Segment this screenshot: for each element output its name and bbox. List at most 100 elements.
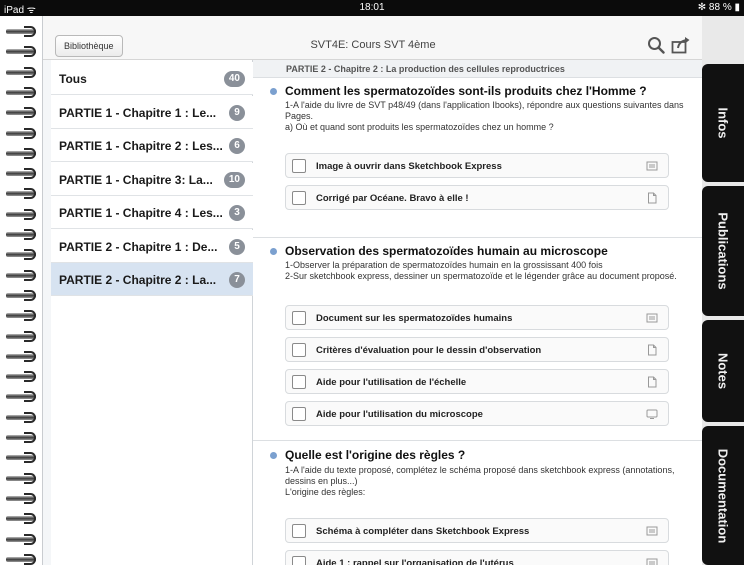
sidebar: Tous 40 PARTIE 1 - Chapitre 1 : Le... 9 PART… xyxy=(51,60,253,565)
binding-ring xyxy=(6,411,36,423)
resource-row[interactable]: Schéma à compléter dans Sketchbook Expre… xyxy=(285,518,669,543)
resource-row[interactable]: Corrigé par Océane. Bravo à elle ! xyxy=(285,185,669,210)
count-badge: 9 xyxy=(229,104,245,121)
ring-loop xyxy=(24,147,36,159)
ring-loop xyxy=(24,86,36,98)
section-title: Comment les spermatozoïdes sont-ils prod… xyxy=(285,84,647,98)
section-title: Quelle est l'origine des règles ? xyxy=(285,448,466,462)
resource-row[interactable]: Critères d'évaluation pour le dessin d'o… xyxy=(285,337,669,362)
section-bullet xyxy=(270,88,277,95)
sidebar-item-label: PARTIE 1 - Chapitre 1 : Le... xyxy=(59,105,217,120)
resource-row[interactable]: Image à ouvrir dans Sketchbook Express xyxy=(285,153,669,178)
resource-checkbox[interactable] xyxy=(292,556,306,565)
binding-ring xyxy=(6,533,36,545)
resource-checkbox[interactable] xyxy=(292,407,306,421)
section-bullet xyxy=(270,248,277,255)
ring-loop xyxy=(24,350,36,362)
binding-ring xyxy=(6,127,36,139)
tab-label: Infos xyxy=(715,107,731,139)
description-line: L'origine des règles: xyxy=(285,487,366,497)
description-line: a) Où et quand sont produits les spermat… xyxy=(285,122,554,132)
resource-label: Aide 1 : rappel sur l'organisation de l'… xyxy=(316,558,514,565)
sidebar-item[interactable]: PARTIE 2 - Chapitre 2 : La... 7 xyxy=(51,263,253,296)
binding-ring xyxy=(6,492,36,504)
resource-label: Image à ouvrir dans Sketchbook Express xyxy=(316,161,502,172)
document-icon xyxy=(648,344,657,356)
tab-notes[interactable]: Notes xyxy=(702,320,744,422)
description-line: 2-Sur sketchbook express, dessiner un sp… xyxy=(285,271,677,281)
main-content: PARTIE 2 - Chapitre 2 : La production de… xyxy=(253,60,703,565)
resource-row[interactable]: Aide 1 : rappel sur l'organisation de l'… xyxy=(285,550,669,565)
sidebar-item-label: PARTIE 2 - Chapitre 2 : La... xyxy=(59,273,217,287)
resource-label: Corrigé par Océane. Bravo à elle ! xyxy=(316,193,469,204)
count-badge: 3 xyxy=(229,205,245,221)
ring-loop xyxy=(24,432,36,443)
binding-ring xyxy=(6,472,36,484)
share-icon[interactable] xyxy=(671,36,691,54)
resource-label: Document sur les spermatozoïdes humains xyxy=(316,313,513,324)
ring-loop xyxy=(24,229,36,240)
binding-ring xyxy=(6,107,36,119)
content-section: Observation des spermatozoïdes humain au… xyxy=(253,238,703,441)
search-icon[interactable] xyxy=(647,36,665,54)
ring-loop xyxy=(24,513,36,525)
binding-ring xyxy=(6,168,36,180)
sidebar-item[interactable]: Tous 40 xyxy=(51,62,253,95)
resource-label: Critères d'évaluation pour le dessin d'o… xyxy=(316,345,542,356)
ring-loop xyxy=(24,310,36,322)
tab-documentation[interactable]: Documentation xyxy=(702,426,744,565)
binding-ring xyxy=(6,391,36,403)
content-section: Comment les spermatozoïdes sont-ils prod… xyxy=(253,78,703,238)
sidebar-item[interactable]: PARTIE 1 - Chapitre 2 : Les... 6 xyxy=(51,129,253,162)
image-icon xyxy=(646,558,658,565)
resource-checkbox[interactable] xyxy=(292,524,306,538)
binding-ring xyxy=(6,553,36,565)
resource-row[interactable]: Aide pour l'utilisation du microscope xyxy=(285,401,669,426)
status-bar: iPad ᯤ 18:01 ✻ 88 % ▮ xyxy=(0,0,744,16)
section-title: Observation des spermatozoïdes humain au… xyxy=(285,244,608,258)
sidebar-item[interactable]: PARTIE 2 - Chapitre 1 : De... 5 xyxy=(51,229,253,263)
resource-checkbox[interactable] xyxy=(292,191,306,205)
sidebar-item[interactable]: PARTIE 1 - Chapitre 3: La... 10 xyxy=(51,162,253,196)
binding-ring xyxy=(6,188,36,200)
tab-label: Publications xyxy=(715,212,731,290)
ring-loop xyxy=(24,492,36,504)
sidebar-item[interactable]: PARTIE 1 - Chapitre 1 : Le... 9 xyxy=(51,95,253,129)
resource-checkbox[interactable] xyxy=(292,311,306,325)
sidebar-item-label: PARTIE 1 - Chapitre 4 : Les... xyxy=(59,206,223,220)
resource-label: Aide pour l'utilisation du microscope xyxy=(316,409,483,420)
count-badge: 5 xyxy=(229,238,245,255)
resource-checkbox[interactable] xyxy=(292,343,306,357)
section-description: 1-A l'aide du livre de SVT p48/49 (dans … xyxy=(285,100,700,133)
tab-publications[interactable]: Publications xyxy=(702,186,744,316)
sidebar-item[interactable]: PARTIE 1 - Chapitre 4 : Les... 3 xyxy=(51,196,253,229)
ring-loop xyxy=(24,269,36,281)
sidebar-item-label: PARTIE 1 - Chapitre 3: La... xyxy=(59,172,213,187)
status-battery: ✻ 88 % ▮ xyxy=(697,2,740,13)
resource-row[interactable]: Document sur les spermatozoïdes humains xyxy=(285,305,669,330)
binding-ring xyxy=(6,86,36,98)
breadcrumb: PARTIE 2 - Chapitre 2 : La production de… xyxy=(286,64,565,74)
binding-ring xyxy=(6,371,36,383)
resource-row[interactable]: Aide pour l'utilisation de l'échelle xyxy=(285,369,669,394)
tab-infos[interactable]: Infos xyxy=(702,64,744,182)
binding-ring xyxy=(6,289,36,301)
resource-label: Schéma à compléter dans Sketchbook Expre… xyxy=(316,526,530,537)
status-time: 18:01 xyxy=(359,2,385,13)
sidebar-item-label: PARTIE 2 - Chapitre 1 : De... xyxy=(59,239,218,254)
ring-loop xyxy=(24,411,36,423)
binding-ring xyxy=(6,46,36,58)
binding-ring xyxy=(6,147,36,159)
ring-loop xyxy=(24,330,36,342)
binding-ring xyxy=(6,310,36,322)
description-line: 1-A l'aide du livre de SVT p48/49 (dans … xyxy=(285,100,684,121)
count-badge: 40 xyxy=(223,71,245,87)
binding-ring xyxy=(6,432,36,443)
video-icon xyxy=(646,409,658,419)
document-icon xyxy=(648,376,657,388)
ring-loop xyxy=(24,371,36,383)
binding-ring xyxy=(6,26,36,37)
resource-checkbox[interactable] xyxy=(292,375,306,389)
resource-checkbox[interactable] xyxy=(292,159,306,173)
ring-loop xyxy=(24,289,36,301)
